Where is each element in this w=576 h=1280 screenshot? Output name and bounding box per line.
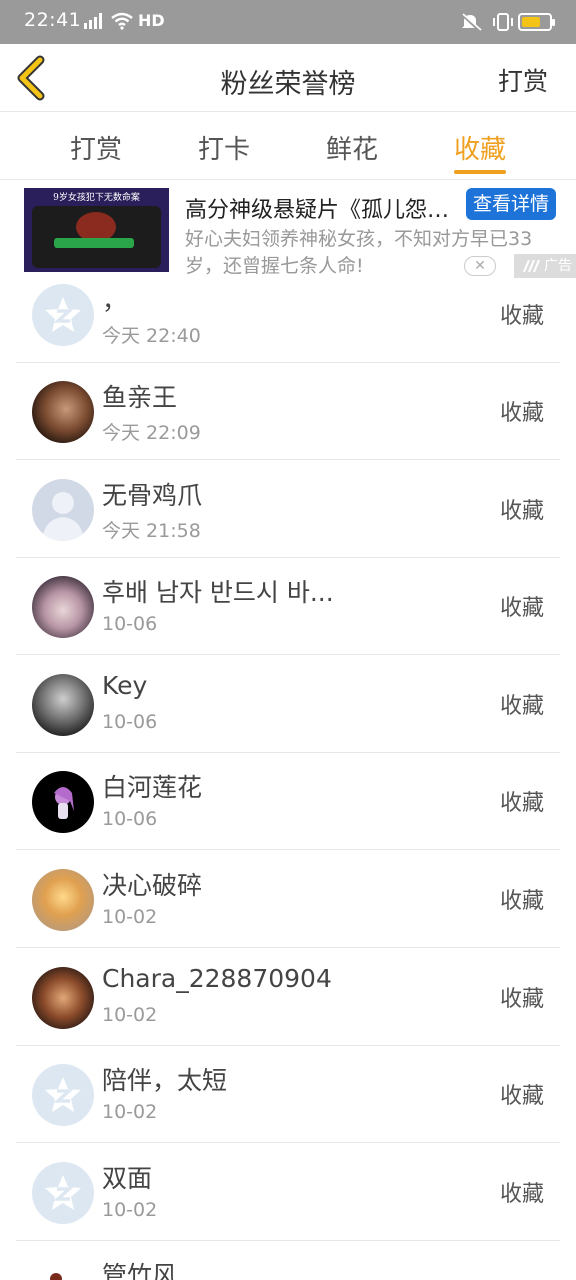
ad-banner[interactable]: 9岁女孩犯下无数命案 高分神级悬疑片《孤儿怨… 查看详情 好心夫妇领养神秘女孩，…: [0, 182, 576, 278]
ad-thumbnail[interactable]: 9岁女孩犯下无数命案: [24, 188, 169, 272]
action-label: 收藏: [499, 1084, 544, 1109]
avatar[interactable]: [32, 869, 94, 931]
avatar[interactable]: [32, 576, 94, 638]
header: 粉丝荣誉榜 打赏: [0, 44, 576, 112]
status-bar: 22:41 HD: [0, 0, 576, 44]
avatar[interactable]: [32, 1259, 94, 1280]
avatar[interactable]: [32, 771, 94, 833]
list-item[interactable]: 管竹风: [0, 1241, 576, 1280]
action-label: 收藏: [499, 791, 544, 816]
default-avatar-icon[interactable]: [32, 1162, 94, 1224]
list-item[interactable]: 双面 10-02 收藏: [0, 1144, 576, 1241]
tab-favorites[interactable]: 收藏: [430, 129, 530, 166]
user-name: 陪伴，太短: [102, 1066, 228, 1095]
avatar[interactable]: [32, 967, 94, 1029]
list-item[interactable]: 鱼亲王 今天 22:09 收藏: [0, 363, 576, 460]
status-time: 22:41: [24, 9, 82, 31]
list-item[interactable]: ， 今天 22:40 收藏: [0, 266, 576, 363]
wifi-icon: [110, 12, 134, 34]
default-avatar-icon[interactable]: [32, 284, 94, 346]
divider: [16, 849, 560, 850]
tab-flowers[interactable]: 鲜花: [302, 129, 402, 166]
avatar[interactable]: [32, 674, 94, 736]
list-item[interactable]: 无骨鸡爪 今天 21:58 收藏: [0, 461, 576, 558]
list-item[interactable]: Key 10-06 收藏: [0, 656, 576, 753]
signal-icon: [82, 12, 104, 34]
timestamp: 10-02: [102, 1101, 158, 1123]
action-label: 收藏: [499, 987, 544, 1012]
divider: [16, 459, 560, 460]
hd-indicator: HD: [138, 11, 165, 30]
timestamp: 10-06: [102, 808, 158, 830]
action-label: 收藏: [499, 401, 544, 426]
list-item[interactable]: 후배 남자 반드시 바... 10-06 收藏: [0, 558, 576, 655]
default-avatar-icon[interactable]: [32, 1064, 94, 1126]
timestamp: 10-02: [102, 906, 158, 928]
tab-checkin[interactable]: 打卡: [174, 129, 274, 166]
user-name: 无骨鸡爪: [102, 481, 203, 510]
timestamp: 今天 22:40: [102, 325, 201, 347]
mute-icon: [460, 12, 484, 36]
user-name: Key: [102, 671, 148, 700]
battery-level: [522, 17, 540, 27]
timestamp: 10-06: [102, 613, 158, 635]
ad-thumb-button: [54, 238, 134, 248]
divider: [16, 1142, 560, 1143]
ad-thumb-caption: 9岁女孩犯下无数命案: [53, 193, 140, 203]
action-label: 收藏: [499, 1182, 544, 1207]
list-item[interactable]: Chara_228870904 10-02 收藏: [0, 949, 576, 1046]
user-name: ，: [102, 286, 128, 315]
list-item[interactable]: 决心破碎 10-02 收藏: [0, 851, 576, 948]
ad-detail-button[interactable]: 查看详情: [466, 188, 556, 220]
timestamp: 10-02: [102, 1004, 158, 1026]
user-name: 双面: [102, 1164, 153, 1193]
avatar[interactable]: [32, 479, 94, 541]
divider: [16, 654, 560, 655]
timestamp: 今天 21:58: [102, 520, 201, 542]
action-label: 收藏: [499, 499, 544, 524]
timestamp: 今天 22:09: [102, 422, 201, 444]
user-name: 白河莲花: [102, 773, 203, 802]
battery-icon: [518, 13, 555, 31]
list-item[interactable]: 陪伴，太短 10-02 收藏: [0, 1046, 576, 1143]
active-tab-indicator: [454, 170, 506, 174]
action-label: 收藏: [499, 596, 544, 621]
page-title: 粉丝荣誉榜: [220, 69, 356, 100]
timestamp: 10-06: [102, 711, 158, 733]
avatar[interactable]: [32, 381, 94, 443]
user-name: 管竹风: [102, 1261, 178, 1280]
reward-button[interactable]: 打赏: [498, 62, 548, 98]
action-label: 收藏: [499, 889, 544, 914]
ad-title[interactable]: 高分神级悬疑片《孤儿怨…: [185, 192, 467, 224]
list-item[interactable]: 白河莲花 10-06 收藏: [0, 753, 576, 850]
divider: [16, 947, 560, 948]
user-name: 후배 남자 반드시 바...: [102, 578, 334, 607]
vibrate-icon: [492, 12, 514, 36]
user-name: 鱼亲王: [102, 383, 178, 412]
action-label: 收藏: [499, 304, 544, 329]
user-name: Chara_228870904: [102, 964, 332, 993]
user-name: 决心破碎: [102, 871, 203, 900]
action-label: 收藏: [499, 694, 544, 719]
timestamp: 10-02: [102, 1199, 158, 1221]
tab-reward[interactable]: 打赏: [46, 129, 146, 166]
